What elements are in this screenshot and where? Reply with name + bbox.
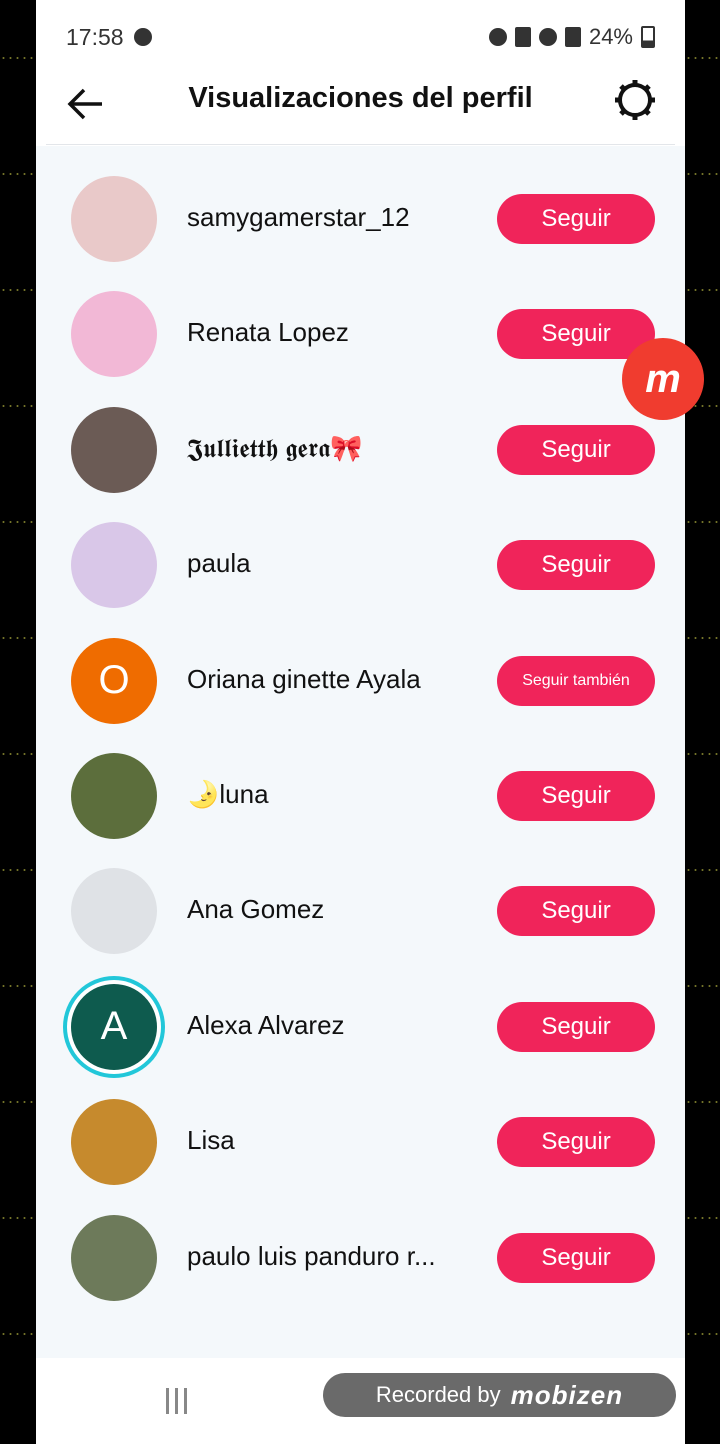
recorded-by-watermark: Recorded by mobizen bbox=[323, 1373, 676, 1417]
username[interactable]: Ana Gomez bbox=[187, 894, 324, 925]
follow-button[interactable]: Seguir bbox=[497, 194, 655, 244]
header-divider bbox=[46, 144, 675, 145]
list-item[interactable]: Lisa Seguir bbox=[36, 1083, 685, 1198]
recorded-by-label: Recorded by bbox=[375, 1382, 501, 1407]
follow-button[interactable]: Seguir bbox=[497, 1117, 655, 1168]
phone-screen: 17:58 24% Visualizaciones del perfil sam… bbox=[36, 0, 685, 1444]
list-item[interactable]: A Alexa Alvarez Seguir bbox=[36, 968, 685, 1083]
brand-logo: mobizen bbox=[510, 1379, 624, 1410]
username[interactable]: Renata Lopez bbox=[187, 317, 349, 348]
avatar[interactable] bbox=[71, 1214, 157, 1301]
list-item[interactable]: 🌛luna Seguir bbox=[36, 737, 685, 852]
signal-icon bbox=[564, 27, 581, 47]
username[interactable]: samygamerstar_12 bbox=[187, 202, 410, 233]
right-black-bar bbox=[685, 0, 720, 1444]
avatar[interactable] bbox=[71, 522, 157, 609]
status-notification-icon bbox=[134, 28, 152, 46]
page-title: Visualizaciones del perfil bbox=[188, 82, 533, 114]
username[interactable]: Oriana ginette Ayala bbox=[187, 664, 421, 695]
avatar[interactable]: A bbox=[71, 983, 157, 1070]
avatar[interactable] bbox=[71, 176, 157, 262]
username[interactable]: paulo luis panduro r... bbox=[187, 1241, 436, 1272]
battery-icon bbox=[641, 26, 655, 48]
username[interactable]: paula bbox=[187, 548, 251, 579]
list-item[interactable]: Renata Lopez Seguir bbox=[36, 275, 685, 390]
left-black-bar bbox=[0, 0, 36, 1444]
follow-button[interactable]: Seguir bbox=[497, 540, 655, 591]
list-item[interactable]: samygamerstar_12 Seguir bbox=[36, 160, 685, 275]
gear-icon[interactable] bbox=[613, 78, 657, 122]
status-bar: 17:58 24% bbox=[36, 0, 685, 76]
avatar[interactable] bbox=[71, 753, 157, 839]
follow-button[interactable]: Seguir también bbox=[497, 655, 655, 706]
list-item[interactable]: O Oriana ginette Ayala Seguir también bbox=[36, 622, 685, 737]
username[interactable]: Lisa bbox=[187, 1125, 235, 1156]
list-item[interactable]: 𝕵𝖚𝖑𝖑𝖎𝖊𝖙𝖙𝖍 𝖌𝖊𝖗𝖆🎀 Seguir bbox=[36, 391, 685, 506]
follow-button[interactable]: Seguir bbox=[497, 771, 655, 821]
follow-button[interactable]: Seguir bbox=[497, 1232, 655, 1283]
avatar[interactable] bbox=[71, 1099, 157, 1186]
username[interactable]: 🌛luna bbox=[187, 779, 269, 810]
mute-icon bbox=[514, 27, 531, 47]
alarm-icon bbox=[488, 28, 507, 46]
battery-percent: 24% bbox=[588, 24, 633, 49]
wifi-icon bbox=[538, 28, 557, 46]
follow-button[interactable]: Seguir bbox=[497, 424, 655, 475]
avatar[interactable] bbox=[71, 406, 157, 493]
page-header: Visualizaciones del perfil bbox=[36, 76, 685, 146]
status-time: 17:58 bbox=[66, 24, 124, 50]
username[interactable]: Alexa Alvarez bbox=[187, 1010, 345, 1041]
list-item[interactable]: paulo luis panduro r... Seguir bbox=[36, 1199, 685, 1314]
list-item[interactable]: paula Seguir bbox=[36, 506, 685, 621]
status-icons: 24% bbox=[488, 24, 655, 50]
avatar[interactable] bbox=[71, 291, 157, 378]
follow-button[interactable]: Seguir bbox=[497, 886, 655, 937]
follow-button[interactable]: Seguir bbox=[497, 1001, 655, 1052]
list-item[interactable]: Ana Gomez Seguir bbox=[36, 852, 685, 967]
mobizen-floating-icon[interactable]: m bbox=[622, 338, 704, 420]
recents-button[interactable] bbox=[166, 1388, 196, 1414]
avatar[interactable] bbox=[71, 868, 157, 955]
username[interactable]: 𝕵𝖚𝖑𝖑𝖎𝖊𝖙𝖙𝖍 𝖌𝖊𝖗𝖆🎀 bbox=[187, 433, 363, 465]
avatar[interactable]: O bbox=[71, 637, 157, 724]
